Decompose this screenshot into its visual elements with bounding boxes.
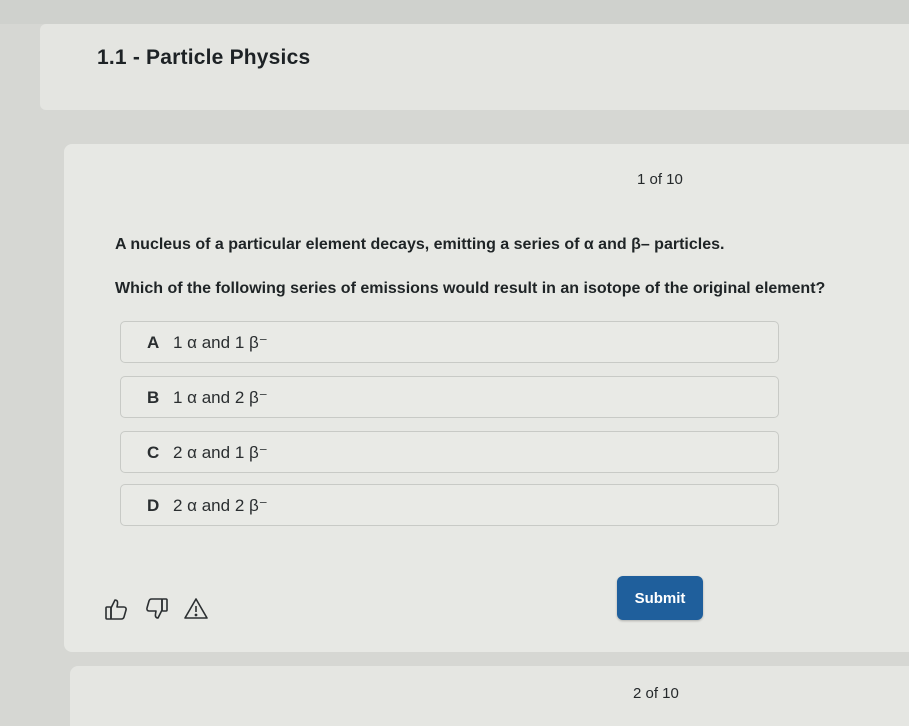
answer-option-b[interactable]: B 1 α and 2 β⁻	[120, 376, 779, 418]
next-question-counter: 2 of 10	[633, 685, 679, 702]
thumbs-down-icon[interactable]	[144, 596, 170, 622]
question-stem-line-1: A nucleus of a particular element decays…	[115, 236, 725, 253]
option-letter: C	[147, 443, 160, 462]
option-letter: A	[147, 333, 160, 352]
option-letter: D	[147, 496, 160, 515]
page-title: 1.1 - Particle Physics	[97, 46, 311, 69]
answer-option-c[interactable]: C 2 α and 1 β⁻	[120, 431, 779, 473]
question-counter: 1 of 10	[637, 171, 683, 188]
top-strip	[0, 0, 909, 24]
option-text: 2 α and 2 β⁻	[173, 496, 268, 515]
next-question-card	[70, 666, 909, 726]
option-text: 1 α and 1 β⁻	[173, 333, 268, 352]
header-card: 1.1 - Particle Physics	[40, 24, 909, 110]
answer-option-d[interactable]: D 2 α and 2 β⁻	[120, 484, 779, 526]
option-letter: B	[147, 388, 160, 407]
thumbs-up-icon[interactable]	[103, 596, 129, 622]
submit-button[interactable]: Submit	[617, 576, 703, 620]
question-stem-line-2: Which of the following series of emissio…	[115, 280, 826, 297]
option-text: 1 α and 2 β⁻	[173, 388, 268, 407]
option-text: 2 α and 1 β⁻	[173, 443, 268, 462]
answer-option-a[interactable]: A 1 α and 1 β⁻	[120, 321, 779, 363]
warning-icon[interactable]	[183, 596, 209, 622]
